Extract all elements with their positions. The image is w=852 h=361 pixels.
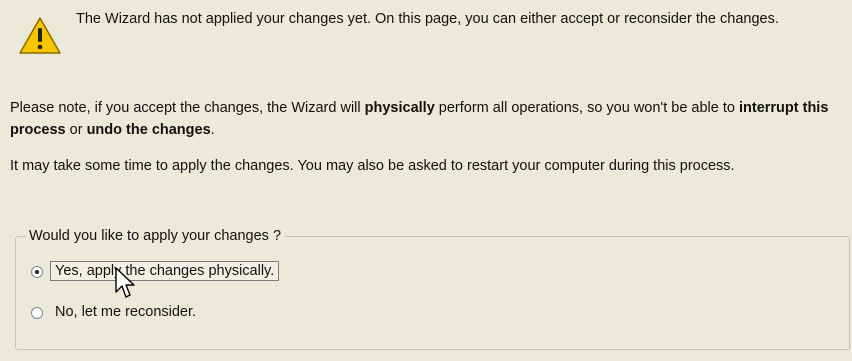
apply-yes-option[interactable]: Yes, apply the changes physically. [50,261,280,281]
apply-no-label[interactable]: No, let me reconsider. [55,302,196,322]
restart-note: It may take some time to apply the chang… [10,158,735,174]
warning-message: The Wizard has not applied your changes … [76,11,779,27]
note-text-2: perform all operations, so you won't be … [434,100,739,116]
note-text-1: Please note, if you accept the changes, … [10,100,365,116]
apply-changes-groupbox: Would you like to apply your changes ? Y… [15,226,850,350]
physical-operations-note: Please note, if you accept the changes, … [10,97,846,141]
note-text-4: . [210,122,215,138]
warning-triangle-icon [19,17,61,54]
note-text-3: or [65,122,87,138]
apply-no-radio[interactable] [31,307,43,319]
apply-yes-radio[interactable] [31,266,43,278]
note-bold-physically: physically [364,100,435,116]
note-bold-undo: undo the changes [86,122,211,138]
apply-yes-label[interactable]: Yes, apply the changes physically. [50,261,280,281]
groupbox-legend: Would you like to apply your changes ? [26,226,285,246]
mouse-pointer-icon [115,267,135,298]
